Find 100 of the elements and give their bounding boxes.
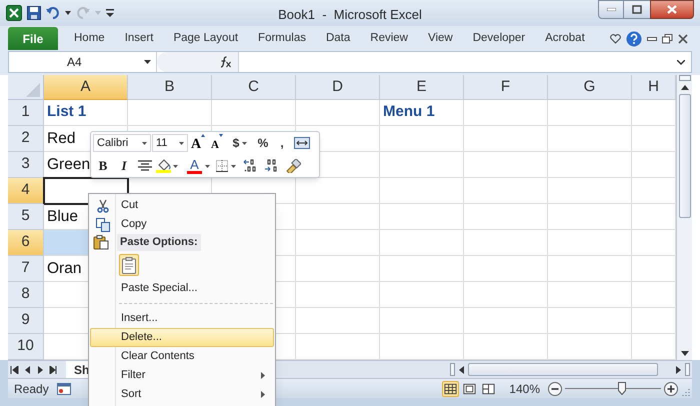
format-button[interactable]: % xyxy=(254,134,272,152)
maximize-button[interactable] xyxy=(624,0,650,19)
shrink-font-button[interactable]: A xyxy=(208,134,226,152)
currency-button[interactable]: $ xyxy=(227,134,253,152)
column-header[interactable]: F xyxy=(464,75,548,100)
paste-option-button[interactable] xyxy=(119,254,139,276)
select-all-corner[interactable] xyxy=(8,75,44,100)
row-header[interactable]: 4 xyxy=(8,178,44,204)
format-button[interactable]: , xyxy=(273,134,291,152)
table-cell[interactable] xyxy=(548,204,632,230)
heart-icon[interactable] xyxy=(610,34,621,44)
ribbon-tab[interactable]: Acrobat xyxy=(535,27,595,50)
table-cell[interactable] xyxy=(296,282,380,308)
table-cell[interactable] xyxy=(548,178,632,204)
table-cell[interactable] xyxy=(548,308,632,334)
customize-toolbar-icon[interactable] xyxy=(106,9,114,17)
scroll-up-icon[interactable] xyxy=(680,85,688,90)
ribbon-tab[interactable]: Review xyxy=(360,27,418,50)
column-header[interactable]: H xyxy=(632,75,676,100)
menu-item[interactable]: Insert... xyxy=(90,309,274,328)
row-header[interactable]: 10 xyxy=(8,334,44,360)
menu-item[interactable]: Sort xyxy=(90,385,274,404)
spreadsheet-icon[interactable] xyxy=(6,5,22,21)
scroll-down-icon[interactable] xyxy=(680,351,688,356)
table-cell[interactable] xyxy=(380,282,464,308)
table-cell[interactable] xyxy=(380,230,464,256)
row-header[interactable]: 9 xyxy=(8,308,44,334)
table-cell[interactable] xyxy=(464,256,548,282)
bold-button[interactable]: B xyxy=(93,157,113,175)
row-header[interactable]: 2 xyxy=(8,126,44,152)
table-cell[interactable] xyxy=(548,230,632,256)
merge-center-icon[interactable] xyxy=(294,137,310,149)
font-color-button[interactable]: A xyxy=(187,157,215,175)
table-cell[interactable] xyxy=(548,152,632,178)
resize-grip-icon[interactable] xyxy=(682,388,690,396)
help-icon[interactable] xyxy=(626,30,642,46)
zoom-slider[interactable] xyxy=(565,382,661,396)
table-cell[interactable] xyxy=(296,308,380,334)
close-icon[interactable] xyxy=(678,34,688,44)
ribbon-tab[interactable]: View xyxy=(418,27,463,50)
table-cell[interactable] xyxy=(464,204,548,230)
table-cell[interactable] xyxy=(464,100,548,126)
table-cell[interactable] xyxy=(464,152,548,178)
column-header[interactable]: D xyxy=(296,75,380,100)
dropdown-arrow-icon[interactable] xyxy=(65,11,71,15)
close-button[interactable] xyxy=(650,0,694,19)
table-cell[interactable] xyxy=(380,256,464,282)
table-cell[interactable]: List 1 xyxy=(44,100,128,126)
table-cell[interactable] xyxy=(128,100,212,126)
sheet-nav-arrow-icon[interactable] xyxy=(49,366,58,374)
align-center-icon[interactable] xyxy=(138,160,152,172)
scroll-right-icon[interactable] xyxy=(676,366,681,374)
column-header[interactable]: A xyxy=(44,75,128,100)
restore-icon[interactable] xyxy=(662,34,673,44)
ribbon-tab[interactable]: Home xyxy=(64,27,115,50)
ribbon-tab[interactable]: Data xyxy=(316,27,360,50)
table-cell[interactable] xyxy=(380,178,464,204)
ribbon-tab[interactable]: Page Layout xyxy=(163,27,248,50)
zoom-out-icon[interactable] xyxy=(548,382,562,396)
sheet-nav-arrow-icon[interactable] xyxy=(10,366,19,374)
horizontal-scroll-thumb[interactable] xyxy=(468,363,658,376)
table-cell[interactable] xyxy=(212,100,296,126)
font-name-dropdown[interactable]: Calibri xyxy=(93,134,151,152)
table-cell[interactable] xyxy=(296,256,380,282)
vertical-scrollbar[interactable] xyxy=(676,75,692,360)
table-cell[interactable] xyxy=(548,126,632,152)
row-header[interactable]: 7 xyxy=(8,256,44,282)
table-cell[interactable] xyxy=(464,230,548,256)
table-cell[interactable] xyxy=(380,126,464,152)
row-header[interactable]: 3 xyxy=(8,152,44,178)
row-header[interactable]: 1 xyxy=(8,100,44,126)
table-cell[interactable] xyxy=(464,126,548,152)
file-tab[interactable]: File xyxy=(8,27,58,50)
ribbon-tab[interactable]: Insert xyxy=(114,27,164,50)
table-cell[interactable] xyxy=(548,100,632,126)
minimize-icon[interactable] xyxy=(647,36,657,40)
table-cell[interactable] xyxy=(464,178,548,204)
row-header[interactable]: 5 xyxy=(8,204,44,230)
column-header[interactable]: C xyxy=(212,75,296,100)
slider-thumb[interactable] xyxy=(618,382,626,394)
scroll-thumb[interactable] xyxy=(678,94,690,218)
scroll-left-icon[interactable] xyxy=(459,366,464,374)
ribbon-tab[interactable]: Formulas xyxy=(248,27,316,50)
column-header[interactable]: B xyxy=(128,75,212,100)
save-icon[interactable] xyxy=(27,6,41,20)
table-cell[interactable] xyxy=(548,256,632,282)
table-cell[interactable] xyxy=(296,100,380,126)
record-macro-icon[interactable] xyxy=(56,382,71,394)
menu-item[interactable]: Paste Special... xyxy=(90,279,274,298)
undo-icon[interactable] xyxy=(46,7,60,19)
column-header[interactable]: E xyxy=(380,75,464,100)
table-cell[interactable] xyxy=(380,152,464,178)
row-header[interactable]: 8 xyxy=(8,282,44,308)
table-cell[interactable] xyxy=(380,204,464,230)
zoom-in-icon[interactable] xyxy=(664,382,678,396)
table-cell[interactable] xyxy=(296,230,380,256)
row-header[interactable]: 6 xyxy=(8,230,44,256)
table-cell[interactable] xyxy=(464,282,548,308)
table-cell[interactable] xyxy=(464,308,548,334)
ribbon-tab[interactable]: Developer xyxy=(462,27,536,50)
